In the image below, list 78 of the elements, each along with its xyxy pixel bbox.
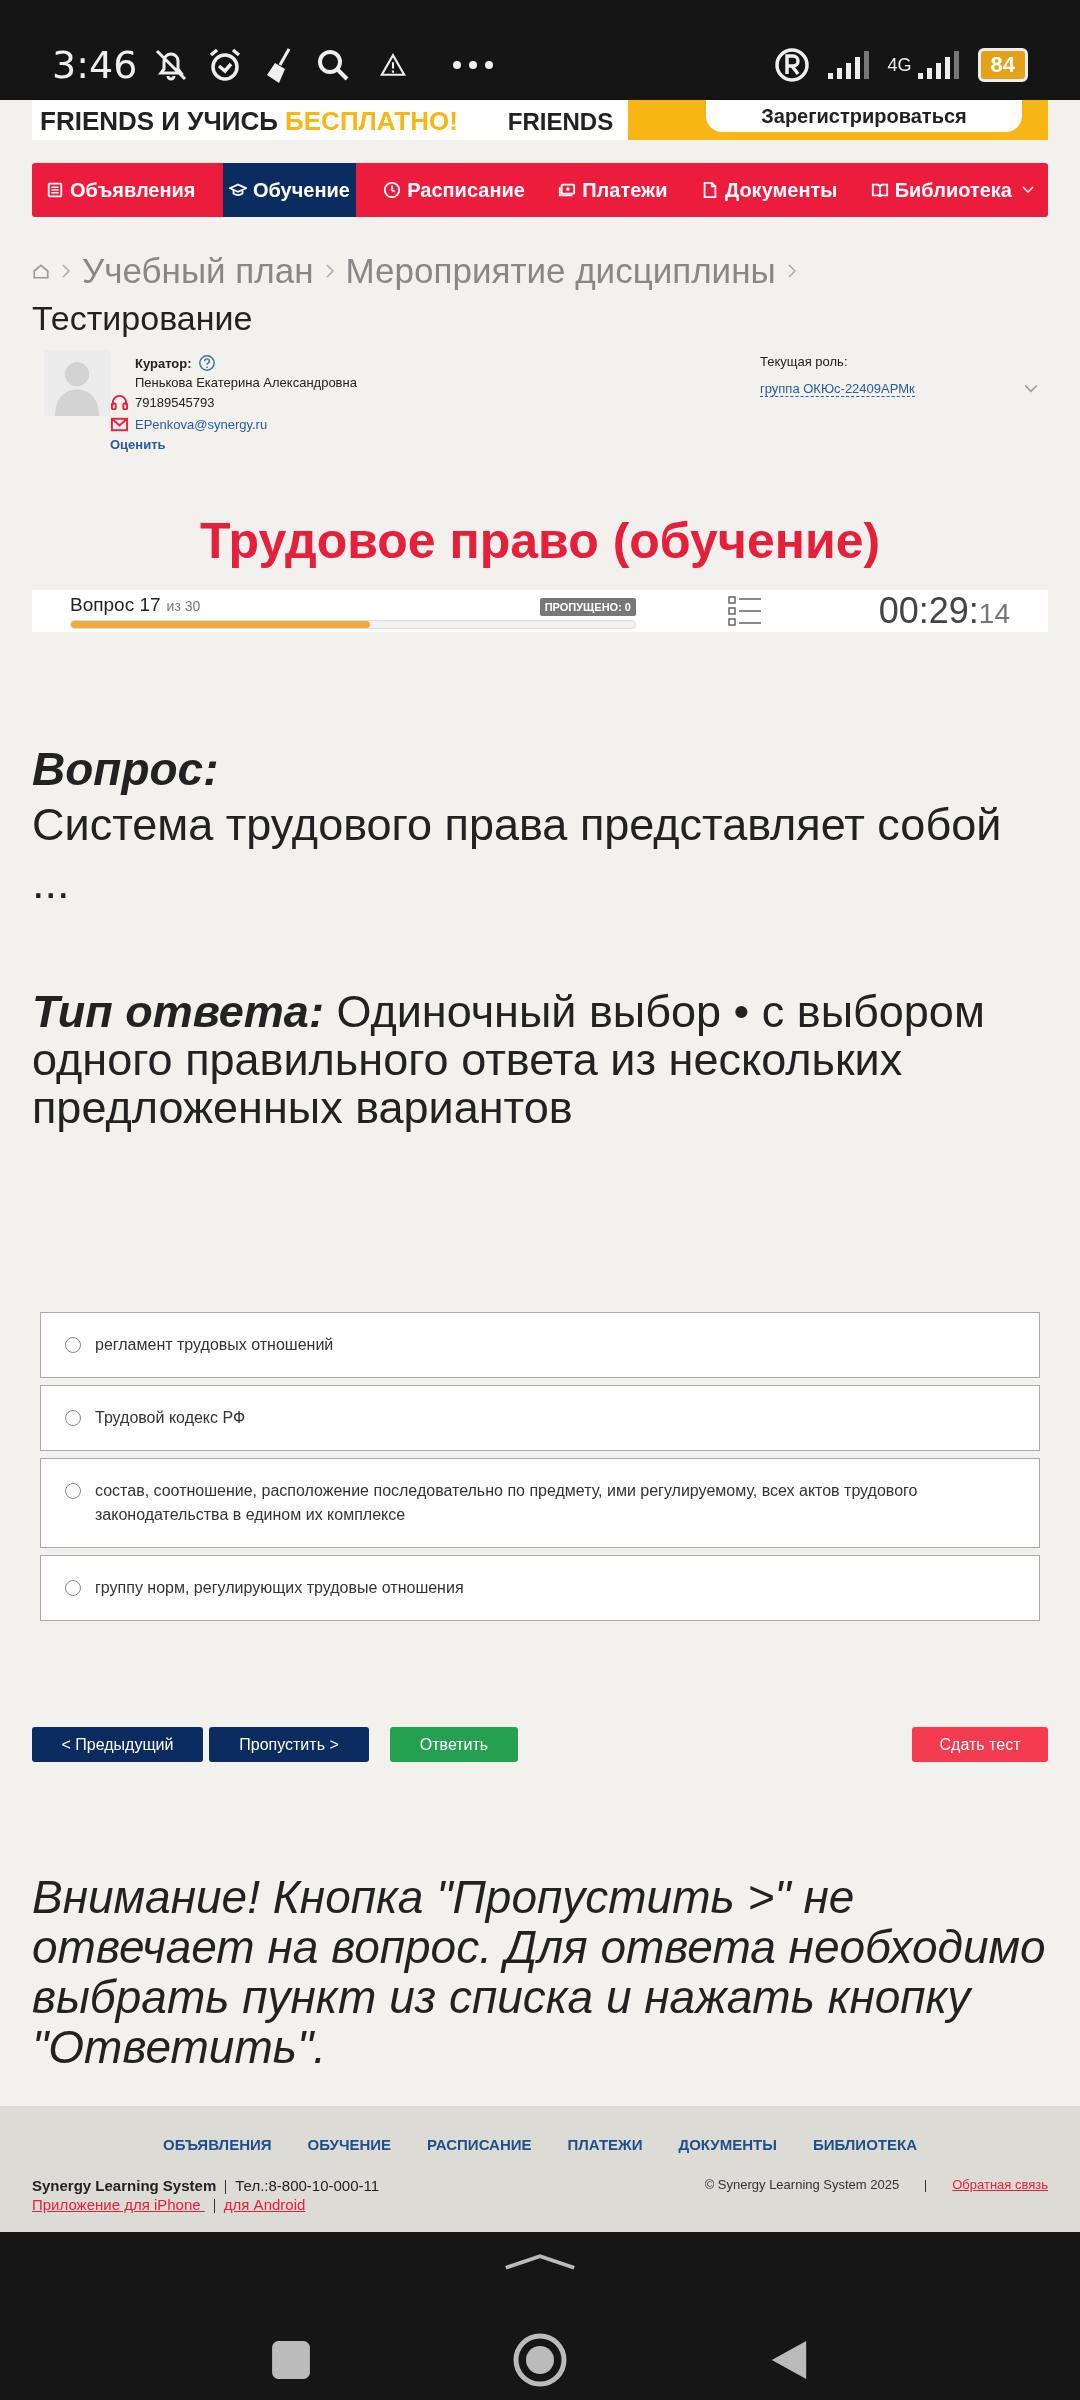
feedback-link[interactable]: Обратная связь (952, 2177, 1048, 2192)
breadcrumb-link[interactable]: Мероприятие дисциплины (345, 251, 776, 291)
banner-logo: FRIENDS (507, 108, 614, 137)
nav-tab[interactable]: Библиотека (864, 163, 1040, 217)
nav-button[interactable]: Пропустить > (209, 1727, 369, 1762)
copyright: © Synergy Learning System 2025 (704, 2177, 900, 2192)
question-number: Вопрос 17 (70, 593, 161, 616)
nav-tab[interactable]: Расписание (377, 163, 531, 217)
chevron-up-icon[interactable] (502, 2252, 578, 2272)
timer: 00:29: (878, 590, 979, 632)
register-button[interactable]: Зарегистрироваться (706, 100, 1022, 132)
book-icon (870, 181, 889, 199)
caret-icon[interactable] (1024, 384, 1038, 394)
answer-option[interactable]: регламент трудовых отношений (40, 1312, 1040, 1378)
home-icon[interactable] (32, 262, 50, 280)
nav-button[interactable]: < Предыдущий (32, 1727, 203, 1762)
footer-link[interactable]: ДОКУМЕНТЫ (678, 2136, 777, 2153)
iphone-app-link[interactable]: Приложение для iPhone (32, 2196, 205, 2214)
answer-option[interactable]: группу норм, регулирующих трудовые отношения (40, 1555, 1040, 1621)
role-dropdown[interactable]: группа ОКЮс-22409АРМк (760, 381, 915, 397)
network-type: 4G (887, 54, 912, 76)
help-icon[interactable] (197, 354, 216, 372)
nav-tab[interactable]: Обучение (222, 163, 356, 217)
answer-text: группу норм, регулирующих трудовые отношения (95, 1578, 464, 1598)
promo-banner[interactable]: FRIENDS И УЧИСЬ БЕСПЛАТНО! FRIENDS Зарегистрироваться (32, 100, 1048, 140)
chevron-icon (62, 264, 70, 278)
brand-name: Synergy Learning System (32, 2177, 217, 2194)
home-button-icon[interactable] (512, 2332, 568, 2388)
avatar-icon (44, 350, 110, 416)
footer-link[interactable]: РАСПИСАНИЕ (427, 2136, 532, 2153)
status-time: 3:46 (52, 43, 138, 87)
rate-link[interactable]: Оценить (110, 437, 357, 452)
banner-text: FRIENDS И УЧИСЬ (40, 106, 279, 138)
curator-label: Куратор: (135, 355, 192, 371)
warning-icon (379, 51, 408, 79)
nav-tab[interactable]: Документы (694, 163, 844, 217)
money-icon (558, 181, 577, 199)
chevron-icon (787, 264, 796, 278)
android-app-link[interactable]: для Android (223, 2196, 306, 2214)
footer-link[interactable]: БИБЛИОТЕКА (812, 2136, 917, 2153)
skipped-badge: ПРОПУЩЕНО: 0 (539, 597, 636, 616)
timer-seconds: 14 (978, 598, 1010, 630)
role-label: Текущая роль: (760, 354, 849, 369)
nav-tab[interactable]: Платежи (552, 163, 674, 217)
question-list-icon[interactable] (728, 596, 762, 626)
graduation-cap-icon (228, 181, 247, 199)
answer-text: Трудовой кодекс РФ (95, 1408, 246, 1428)
question-text: Система трудового права представляет собой ... (32, 798, 1003, 910)
more-icon (453, 61, 494, 69)
answer-type-text: Тип ответа: Одиночный выбор • с выбором одного правильного ответа из нескольких предложенных вариантов (32, 988, 986, 1132)
list-icon (46, 181, 64, 199)
email-link[interactable]: EPenkova@synergy.ru (135, 417, 268, 432)
footer-link[interactable]: ОБЪЯВЛЕНИЯ (163, 2136, 272, 2153)
breadcrumb-link[interactable]: Учебный план (82, 251, 314, 291)
answer-option[interactable]: Трудовой кодекс РФ (40, 1385, 1040, 1451)
clock-icon (383, 181, 402, 199)
page-title: Тестирование (32, 299, 254, 338)
answer-text: состав, соотношение, расположение последовательно по предмету, ими регулируемому, всех актов трудового законодательства в едином их комплексе (95, 1481, 919, 1525)
course-title: Трудовое право (обучение) (198, 512, 882, 570)
answer-button[interactable]: Ответить (390, 1727, 518, 1762)
footer-link[interactable]: ОБУЧЕНИЕ (307, 2136, 392, 2153)
submit-test-button[interactable]: Сдать тест (912, 1727, 1048, 1762)
banner-highlight: БЕСПЛАТНО! (285, 106, 458, 138)
curator-phone: 79189545793 (135, 395, 215, 410)
footer-link[interactable]: ПЛАТЕЖИ (567, 2136, 643, 2153)
nav-tab[interactable]: Объявления (40, 163, 202, 217)
curator-name: Пенькова Екатерина Александровна (135, 375, 357, 390)
question-total: из 30 (166, 597, 201, 614)
headset-icon (110, 393, 129, 412)
chevron-icon (325, 264, 334, 278)
answer-option[interactable]: состав, соотношение, расположение последовательно по предмету, ими регулируемому, всех актов трудового законодательства в едином их комплексе (40, 1458, 1040, 1548)
mail-icon (110, 415, 129, 434)
footer-phone: Тел.:8-800-10-000-11 (235, 2177, 380, 2194)
answer-text: регламент трудовых отношений (95, 1335, 334, 1355)
battery-level: 84 (977, 48, 1028, 82)
recent-apps-icon[interactable] (270, 2339, 312, 2381)
question-label: Вопрос: (32, 742, 220, 796)
warning-text: Внимание! Кнопка "Пропустить >" не отвечает на вопрос. Для ответа необходимо выбрать пункт из списка и нажать кнопку "Ответить". (32, 1872, 1047, 2072)
